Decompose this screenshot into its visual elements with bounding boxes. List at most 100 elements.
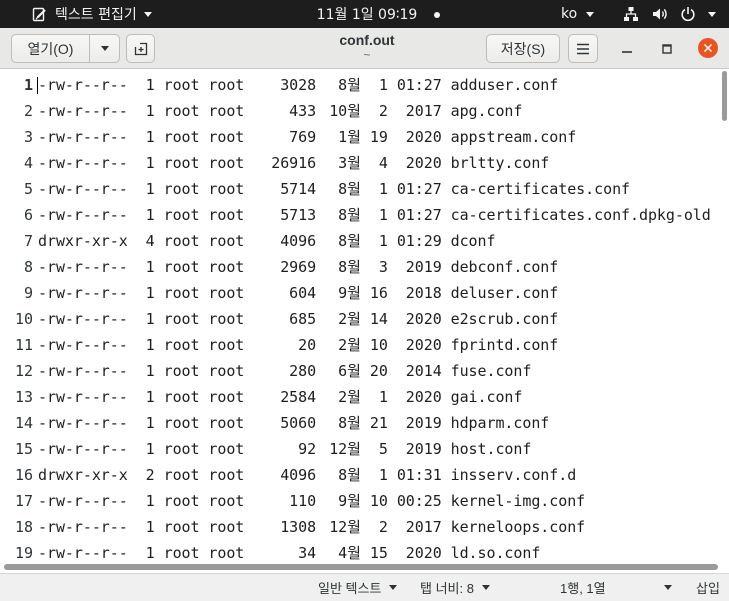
input-source-label: ko [561, 6, 578, 22]
file-day: 3 [378, 258, 388, 276]
file-size: 3028 [280, 76, 317, 94]
link-count: 1 [145, 128, 155, 146]
header-bar: 열기(O) conf.out ~ 저장(S) [0, 28, 729, 69]
line-number: 11 [15, 336, 33, 354]
file-owner: root [163, 388, 200, 406]
maximize-button[interactable] [652, 34, 682, 63]
app-menu[interactable]: 텍스트 편집기 [32, 0, 152, 28]
file-owner: root [163, 310, 200, 328]
editor-line: 2 -rw-r--r-- 1 root root 433 10월 2 2017 apg.conf [0, 98, 720, 124]
link-count: 1 [145, 310, 155, 328]
link-count: 1 [145, 518, 155, 536]
file-day: 15 [369, 544, 388, 562]
file-size: 1308 [280, 518, 317, 536]
file-group: root [208, 466, 245, 484]
file-month: 3월 [338, 154, 361, 172]
file-permissions: -rw-r--r-- [38, 102, 128, 120]
file-day: 2 [378, 518, 388, 536]
tab-width-label: 탭 너비: 8 [420, 581, 474, 596]
open-button-group: 열기(O) [11, 34, 120, 63]
link-count: 1 [145, 76, 155, 94]
file-name: fuse.conf [450, 362, 532, 380]
file-month: 9월 [338, 284, 361, 302]
tab-width-selector[interactable]: 탭 너비: 8 [412, 574, 512, 601]
save-button[interactable]: 저장(S) [486, 34, 560, 63]
system-menu[interactable] [618, 0, 723, 28]
editor-line: 12 -rw-r--r-- 1 root root 280 6월 20 2014 fuse.con… [0, 358, 720, 384]
minimize-icon [621, 43, 633, 55]
line-number: 14 [15, 414, 33, 432]
file-day: 2 [378, 102, 388, 120]
cursor-position-button[interactable]: 1행, 1열 [552, 574, 680, 601]
pan-down-icon [389, 585, 398, 590]
file-owner: root [163, 362, 200, 380]
cursor-position-label: 1행, 1열 [560, 581, 606, 596]
open-recent-dropdown-button[interactable] [90, 35, 119, 62]
file-month: 8월 [338, 76, 361, 94]
file-month: 8월 [338, 258, 361, 276]
editor-line: 11 -rw-r--r-- 1 root root 20 2월 10 2020 fprintd.c… [0, 332, 720, 358]
file-month: 8월 [338, 180, 361, 198]
file-time: 2019 [405, 414, 442, 432]
editor-line: 4 -rw-r--r-- 1 root root 26916 3월 4 2020 brltty.c… [0, 150, 720, 176]
file-name: kerneloops.conf [450, 518, 586, 536]
line-number: 6 [24, 206, 33, 224]
file-permissions: -rw-r--r-- [38, 440, 128, 458]
file-name: ca-certificates.conf.dpkg-old [450, 206, 711, 224]
main-menu-button[interactable] [568, 34, 598, 63]
file-day: 10 [369, 492, 388, 510]
file-month: 8월 [338, 232, 361, 250]
file-permissions: -rw-r--r-- [38, 492, 128, 510]
minimize-button[interactable] [612, 34, 642, 63]
file-permissions: -rw-r--r-- [38, 518, 128, 536]
language-selector[interactable]: 일반 텍스트 [310, 574, 410, 601]
file-owner: root [163, 76, 200, 94]
close-button[interactable] [698, 38, 718, 58]
file-permissions: -rw-r--r-- [38, 544, 128, 562]
file-name: appstream.conf [450, 128, 577, 146]
editor-line: 5 -rw-r--r-- 1 root root 5714 8월 1 01:27 ca-certi… [0, 176, 720, 202]
file-name: insserv.conf.d [450, 466, 577, 484]
document-path: ~ [363, 48, 371, 62]
input-source-menu[interactable]: ko [561, 0, 595, 28]
horizontal-scrollbar[interactable] [4, 564, 718, 570]
editor-line: 3 -rw-r--r-- 1 root root 769 1월 19 2020 appstream… [0, 124, 720, 150]
file-owner: root [163, 544, 200, 562]
file-time: 01:27 [396, 206, 442, 224]
file-time: 2020 [405, 544, 442, 562]
line-number: 16 [15, 466, 33, 484]
file-owner: root [163, 440, 200, 458]
vertical-scrollbar[interactable] [722, 71, 727, 121]
link-count: 1 [145, 284, 155, 302]
file-time: 2020 [405, 336, 442, 354]
file-month: 10월 [329, 102, 361, 120]
link-count: 1 [145, 388, 155, 406]
editor-line: 10 -rw-r--r-- 1 root root 685 2월 14 2020 e2scrub.… [0, 306, 720, 332]
file-name: debconf.conf [450, 258, 559, 276]
file-day: 1 [378, 206, 388, 224]
clock-button[interactable]: 11월 1일 09∶19 [267, 0, 467, 28]
open-button[interactable]: 열기(O) [12, 35, 90, 62]
file-owner: root [163, 180, 200, 198]
text-view[interactable]: 1 -rw-r--r-- 1 root root 3028 8월 1 01:27 adduser.… [0, 69, 729, 562]
file-month: 8월 [338, 414, 361, 432]
file-group: root [208, 310, 245, 328]
file-permissions: -rw-r--r-- [38, 128, 128, 146]
pan-down-icon [586, 11, 595, 17]
file-permissions: drwxr-xr-x [38, 232, 128, 250]
file-time: 2020 [405, 388, 442, 406]
new-tab-button[interactable] [126, 34, 155, 63]
file-group: root [208, 128, 245, 146]
file-size: 5060 [280, 414, 317, 432]
file-permissions: -rw-r--r-- [38, 284, 128, 302]
file-month: 2월 [338, 336, 361, 354]
file-permissions: -rw-r--r-- [38, 180, 128, 198]
line-number: 17 [15, 492, 33, 510]
file-size: 685 [289, 310, 317, 328]
file-month: 12월 [329, 440, 361, 458]
file-day: 10 [369, 336, 388, 354]
file-group: root [208, 232, 245, 250]
link-count: 1 [145, 544, 155, 562]
file-time: 2019 [405, 440, 442, 458]
editor-line: 13 -rw-r--r-- 1 root root 2584 2월 1 2020 gai.conf [0, 384, 720, 410]
